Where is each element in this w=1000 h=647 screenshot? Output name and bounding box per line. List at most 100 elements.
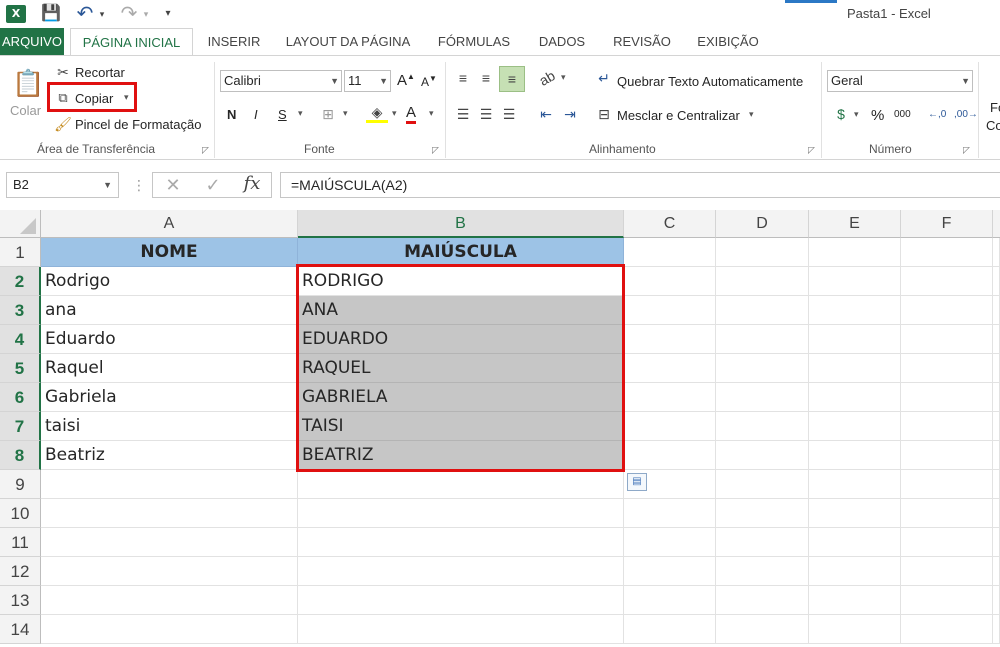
column-header-c[interactable]: C — [624, 210, 716, 238]
empty-cell[interactable] — [624, 528, 716, 557]
empty-cell[interactable] — [41, 470, 298, 499]
empty-cell[interactable] — [716, 586, 809, 615]
empty-cell[interactable] — [993, 267, 1000, 296]
currency-icon[interactable]: $ — [830, 104, 852, 124]
empty-cell[interactable] — [809, 470, 901, 499]
empty-cell[interactable] — [901, 325, 993, 354]
empty-cell[interactable] — [41, 557, 298, 586]
align-bottom-icon[interactable]: ≡ — [499, 66, 525, 92]
empty-cell[interactable] — [624, 441, 716, 470]
row-header-2[interactable]: 2 — [0, 267, 41, 296]
row-header-14[interactable]: 14 — [0, 615, 41, 644]
empty-cell[interactable] — [993, 383, 1000, 412]
paste-label[interactable]: Colar — [10, 103, 41, 118]
cell-a5[interactable]: Raquel — [41, 354, 298, 383]
empty-cell[interactable] — [993, 499, 1000, 528]
fill-color-icon[interactable]: ◈ — [366, 104, 388, 123]
empty-cell[interactable] — [809, 586, 901, 615]
empty-cell[interactable] — [298, 615, 624, 644]
cell-b7[interactable]: TAISI — [298, 412, 624, 441]
empty-cell[interactable] — [624, 354, 716, 383]
format-painter-button[interactable]: Pincel de Formatação — [75, 117, 201, 132]
cell-a1[interactable]: NOME — [41, 238, 298, 267]
scissors-icon[interactable]: ✂ — [54, 62, 72, 82]
empty-cell[interactable] — [993, 354, 1000, 383]
decrease-indent-icon[interactable]: ⇤ — [536, 104, 556, 124]
cell-a3[interactable]: ana — [41, 296, 298, 325]
empty-cell[interactable] — [716, 267, 809, 296]
font-launcher-icon[interactable]: ◸ — [432, 145, 439, 156]
column-header-g[interactable] — [993, 210, 1000, 238]
tab-pagina-inicial[interactable]: PÁGINA INICIAL — [70, 28, 193, 56]
empty-cell[interactable] — [809, 383, 901, 412]
cell-a7[interactable]: taisi — [41, 412, 298, 441]
empty-cell[interactable] — [716, 354, 809, 383]
empty-cell[interactable] — [993, 615, 1000, 644]
row-header-13[interactable]: 13 — [0, 586, 41, 615]
empty-cell[interactable] — [41, 499, 298, 528]
underline-button[interactable]: S — [278, 107, 287, 122]
shrink-font-button[interactable]: A▼ — [421, 74, 437, 89]
empty-cell[interactable] — [901, 412, 993, 441]
bold-button[interactable]: N — [227, 107, 236, 122]
column-header-f[interactable]: F — [901, 210, 993, 238]
column-header-b[interactable]: B — [298, 210, 624, 238]
font-name-select[interactable]: Calibri ▼ — [220, 70, 342, 92]
empty-cell[interactable] — [716, 238, 809, 267]
row-header-6[interactable]: 6 — [0, 383, 41, 412]
empty-cell[interactable] — [624, 325, 716, 354]
empty-cell[interactable] — [809, 325, 901, 354]
empty-cell[interactable] — [993, 586, 1000, 615]
empty-cell[interactable] — [624, 412, 716, 441]
tab-revisao[interactable]: REVISÃO — [606, 28, 678, 56]
empty-cell[interactable] — [716, 296, 809, 325]
empty-cell[interactable] — [901, 267, 993, 296]
column-header-e[interactable]: E — [809, 210, 901, 238]
empty-cell[interactable] — [298, 557, 624, 586]
empty-cell[interactable] — [624, 296, 716, 325]
column-header-a[interactable]: A — [41, 210, 298, 238]
empty-cell[interactable] — [41, 615, 298, 644]
tab-layout-da-pagina[interactable]: LAYOUT DA PÁGINA — [278, 28, 418, 56]
empty-cell[interactable] — [809, 557, 901, 586]
number-launcher-icon[interactable]: ◸ — [963, 145, 970, 156]
percent-button[interactable]: % — [871, 107, 884, 124]
empty-cell[interactable] — [809, 354, 901, 383]
font-color-dropdown-icon[interactable]: ▾ — [429, 108, 434, 119]
tab-formulas[interactable]: FÓRMULAS — [430, 28, 518, 56]
empty-cell[interactable] — [716, 528, 809, 557]
empty-cell[interactable] — [809, 528, 901, 557]
merge-center-button[interactable]: Mesclar e Centralizar — [617, 108, 740, 123]
cancel-icon[interactable]: ✕ — [161, 175, 185, 195]
thousands-button[interactable]: 000 — [894, 109, 911, 120]
empty-cell[interactable] — [993, 325, 1000, 354]
empty-cell[interactable] — [901, 528, 993, 557]
tab-exibicao[interactable]: EXIBIÇÃO — [690, 28, 766, 56]
empty-cell[interactable] — [993, 557, 1000, 586]
alignment-launcher-icon[interactable]: ◸ — [808, 145, 815, 156]
align-left-icon[interactable]: ☰ — [453, 104, 473, 124]
fill-dropdown-icon[interactable]: ▾ — [392, 108, 397, 119]
row-header-1[interactable]: 1 — [0, 238, 41, 267]
empty-cell[interactable] — [624, 383, 716, 412]
orientation-dropdown-icon[interactable]: ▾ — [561, 72, 566, 83]
empty-cell[interactable] — [716, 441, 809, 470]
empty-cell[interactable] — [298, 470, 624, 499]
empty-cell[interactable] — [41, 586, 298, 615]
tab-inserir[interactable]: INSERIR — [200, 28, 268, 56]
paste-icon[interactable]: 📋 — [12, 66, 44, 100]
wrap-text-button[interactable]: Quebrar Texto Automaticamente — [617, 74, 803, 89]
empty-cell[interactable] — [716, 412, 809, 441]
cell-b3[interactable]: ANA — [298, 296, 624, 325]
empty-cell[interactable] — [809, 296, 901, 325]
cell-b5[interactable]: RAQUEL — [298, 354, 624, 383]
empty-cell[interactable] — [993, 412, 1000, 441]
paste-options-icon[interactable]: ▤ — [627, 473, 647, 491]
enter-icon[interactable]: ✓ — [201, 175, 225, 195]
column-header-d[interactable]: D — [716, 210, 809, 238]
empty-cell[interactable] — [624, 557, 716, 586]
empty-cell[interactable] — [809, 441, 901, 470]
empty-cell[interactable] — [901, 557, 993, 586]
empty-cell[interactable] — [993, 528, 1000, 557]
empty-cell[interactable] — [901, 499, 993, 528]
